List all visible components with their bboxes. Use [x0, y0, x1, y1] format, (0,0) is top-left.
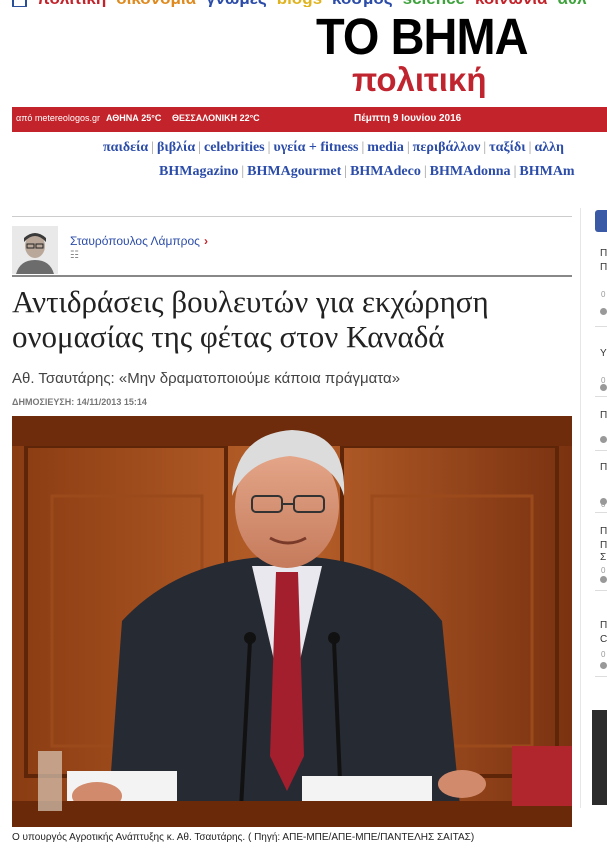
sidebar-divider: [595, 396, 607, 397]
sidebar-ad[interactable]: [592, 710, 607, 805]
weather-athens: ΑΘΗΝΑ 25°C: [106, 113, 162, 123]
sidebar-headline-fragment[interactable]: Π: [600, 262, 607, 273]
site-logo[interactable]: ΤΟ ΒΗΜΑ: [316, 10, 529, 64]
sidebar-divider: [595, 512, 607, 513]
sidebar-divider: [595, 676, 607, 677]
sidebar-headline-fragment[interactable]: Π: [600, 540, 607, 551]
sidebar-divider: [595, 450, 607, 451]
sidebar-divider: [595, 326, 607, 327]
divider: [12, 216, 572, 217]
sidebar-headline-fragment[interactable]: Σ: [600, 552, 606, 563]
magazine-item-2[interactable]: BHMAdeco: [350, 164, 421, 179]
nav-item-7[interactable]: αλλη: [534, 140, 564, 155]
sidebar-headline-fragment[interactable]: Π: [600, 410, 607, 421]
sidebar-headline-fragment[interactable]: C: [600, 634, 607, 645]
nav-separator: |: [483, 140, 487, 155]
top-section-nav: πολιτική οικονομία γνώμες blogs κόσμος scienc…: [12, 0, 607, 7]
top-section-1[interactable]: οικονομία: [116, 0, 196, 7]
top-section-5[interactable]: science: [403, 0, 465, 7]
comment-icon[interactable]: [600, 436, 607, 443]
weather-thessaloniki: ΘΕΣΣΑΛΟΝΙΚΗ 22°C: [172, 113, 260, 123]
comment-icon[interactable]: [600, 662, 607, 669]
nav-separator: |: [241, 164, 245, 179]
sidebar-timestamp-fragment: 0: [601, 290, 606, 299]
nav-item-0[interactable]: παιδεία: [103, 140, 148, 155]
sidebar-headline-fragment[interactable]: Π: [600, 526, 607, 537]
sidebar-timestamp-fragment: 0: [601, 650, 606, 659]
comment-icon[interactable]: [600, 576, 607, 583]
chevron-right-icon: ›: [203, 234, 208, 248]
nav-separator: |: [198, 140, 201, 155]
magazine-item-1[interactable]: BHMAgourmet: [247, 164, 341, 179]
magazine-item-3[interactable]: BHMAdonna: [430, 164, 511, 179]
article-headline: Αντιδράσεις βουλευτών για εκχώρηση ονομα…: [12, 284, 489, 354]
article-subtitle: Αθ. Τσαυτάρης: «Μην δραματοποιούμε κάποι…: [12, 370, 401, 387]
author-link[interactable]: Σταυρόπουλος Λάμπρος ›: [70, 234, 208, 248]
nav-separator: |: [513, 164, 517, 179]
author-name: Σταυρόπουλος Λάμπρος: [70, 234, 200, 248]
sidebar-border: [580, 208, 581, 808]
divider: [12, 275, 572, 277]
nav-item-6[interactable]: ταξίδι: [489, 140, 525, 155]
article-photo[interactable]: [12, 416, 572, 827]
section-logo[interactable]: πολιτική: [352, 60, 486, 100]
nav-item-1[interactable]: βιβλία: [157, 140, 195, 155]
top-section-6[interactable]: κοινωνία: [475, 0, 547, 7]
sidebar-headline-fragment[interactable]: Υ: [600, 348, 607, 359]
sidebar-tab[interactable]: [595, 210, 607, 232]
sidebar-headline-fragment[interactable]: Π: [600, 620, 607, 631]
sidebar-timestamp-fragment: 0: [601, 566, 606, 575]
sidebar-headline-fragment[interactable]: Π: [600, 248, 607, 259]
comment-icon[interactable]: [600, 308, 607, 315]
nav-separator: |: [528, 140, 532, 155]
comment-icon[interactable]: [600, 384, 607, 391]
nav-item-3[interactable]: υγεία + fitness: [273, 140, 358, 155]
top-section-7[interactable]: αθλ: [557, 0, 586, 7]
sidebar-headline-fragment[interactable]: Π: [600, 462, 607, 473]
nav-separator: |: [406, 140, 410, 155]
photo-caption: Ο υπουργός Αγροτικής Ανάπτυξης κ. Αθ. Τσ…: [12, 832, 475, 843]
top-section-0[interactable]: πολιτική: [37, 0, 106, 7]
sidebar-divider: [595, 590, 607, 591]
nav-item-2[interactable]: celebrities: [204, 140, 265, 155]
author-avatar[interactable]: [12, 226, 58, 274]
magazine-item-0[interactable]: BHMagazino: [159, 164, 238, 179]
current-date: Πέμπτη 9 Ιουνίου 2016: [354, 113, 462, 124]
nav-separator: |: [423, 164, 427, 179]
publish-date: ΔΗΜΟΣΙΕΥΣΗ: 14/11/2013 15:14: [12, 397, 147, 407]
top-section-3[interactable]: blogs: [277, 0, 322, 7]
weather-source[interactable]: από metereologos.gr: [16, 113, 100, 123]
nav-separator: |: [344, 164, 348, 179]
comment-icon[interactable]: [600, 498, 607, 505]
magazine-nav: BHMagazino | BHMAgourmet | BHMAdeco | BHMAdonn…: [159, 164, 575, 180]
top-section-2[interactable]: γνώμες: [206, 0, 267, 7]
nav-item-5[interactable]: περιβάλλον: [413, 140, 481, 155]
nav-separator: |: [151, 140, 155, 155]
weather-date-bar: από metereologos.gr ΑΘΗΝΑ 25°C ΘΕΣΣΑΛΟΝΙ…: [12, 107, 607, 132]
nav-item-4[interactable]: media: [367, 140, 404, 155]
nav-separator: |: [267, 140, 271, 155]
settings-icon[interactable]: [12, 0, 27, 7]
rss-icon[interactable]: ☷: [70, 250, 79, 261]
top-section-4[interactable]: κόσμος: [332, 0, 393, 7]
nav-separator: |: [361, 140, 365, 155]
category-nav: παιδεία | βιβλία | celebrities | υγεία + fitne…: [103, 140, 564, 156]
magazine-item-4[interactable]: BHMAm: [519, 164, 574, 179]
